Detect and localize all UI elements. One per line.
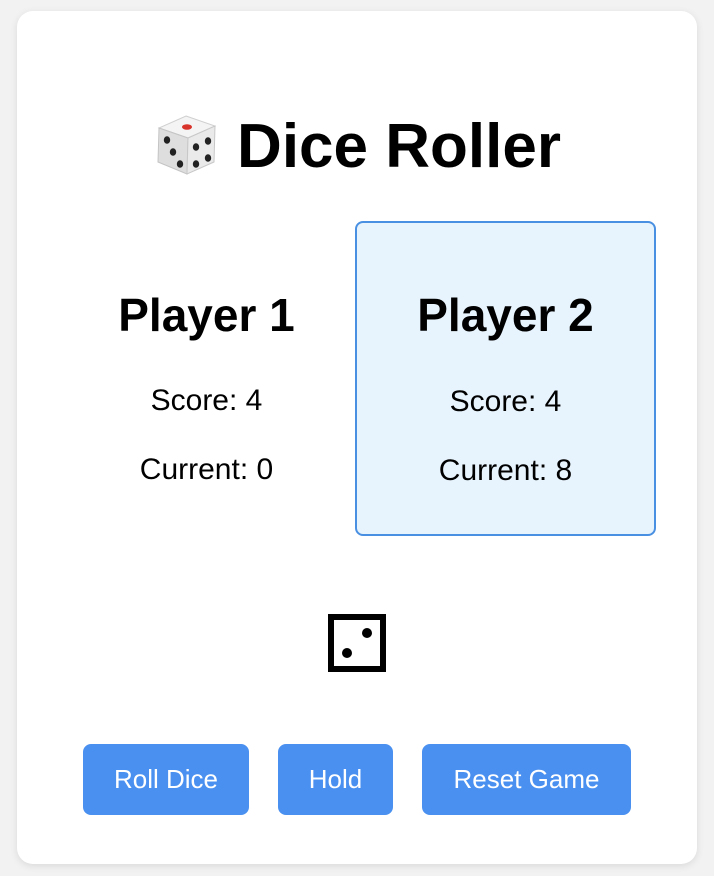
player-1-panel: Player 1 Score: 4 Current: 0 xyxy=(56,221,357,536)
reset-game-button[interactable]: Reset Game xyxy=(422,744,631,815)
player-current: Current: 8 xyxy=(438,454,573,487)
player-name: Player 1 xyxy=(118,289,295,341)
die-face-two-icon xyxy=(328,614,386,672)
hold-button[interactable]: Hold xyxy=(278,744,393,815)
player-2-panel: Player 2 Score: 4 Current: 8 xyxy=(355,221,656,536)
dice-emoji-icon xyxy=(153,112,219,178)
player-name: Player 2 xyxy=(417,289,594,341)
player-score: Score: 4 xyxy=(449,385,562,418)
game-card: Dice Roller Player 1 Score: 4 Current: 0… xyxy=(17,11,697,864)
player-current: Current: 0 xyxy=(139,453,274,486)
page-title: Dice Roller xyxy=(17,107,697,187)
player-score: Score: 4 xyxy=(150,384,263,417)
page-title-text: Dice Roller xyxy=(237,112,561,181)
roll-dice-button[interactable]: Roll Dice xyxy=(83,744,249,815)
